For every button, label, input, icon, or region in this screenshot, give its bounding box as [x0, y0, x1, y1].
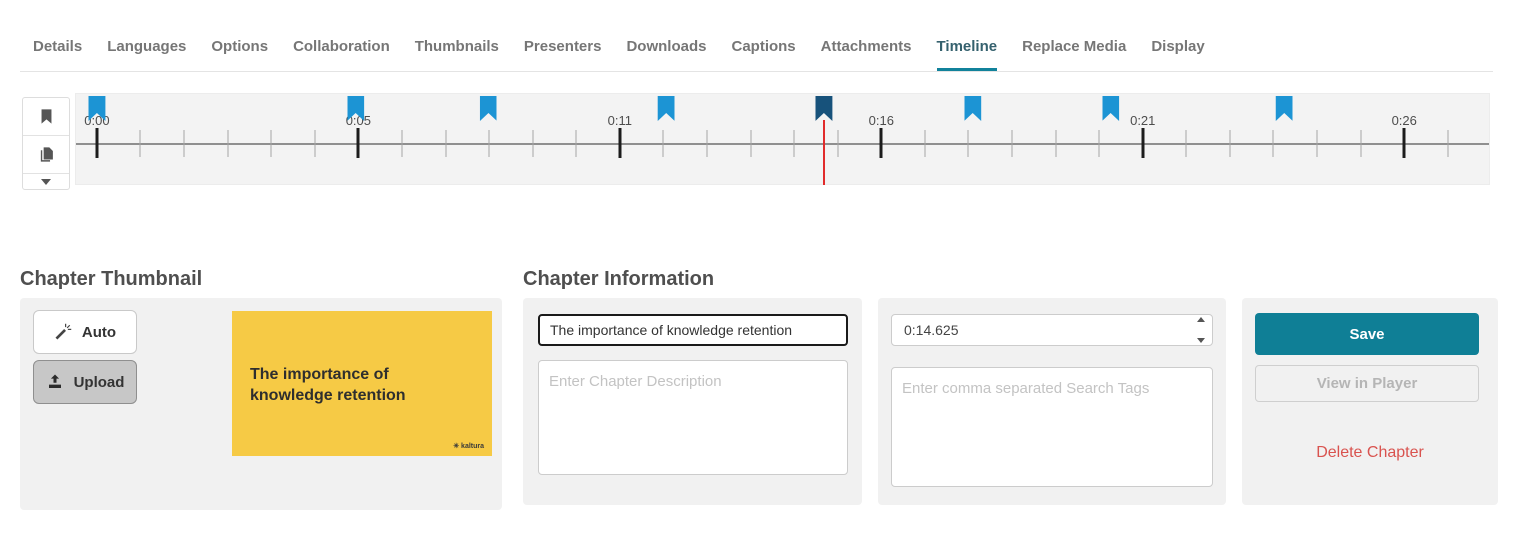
tab-thumbnails[interactable]: Thumbnails	[415, 37, 499, 72]
chapter-title-input[interactable]	[538, 314, 848, 346]
spinner-up-icon[interactable]	[1197, 317, 1205, 322]
chapter-marker-selected[interactable]	[815, 96, 833, 121]
chapter-marker[interactable]	[479, 96, 497, 121]
upload-icon	[46, 373, 64, 391]
chapter-marker[interactable]	[347, 96, 365, 121]
tab-bar: Details Languages Options Collaboration Thum…	[33, 37, 1205, 72]
chapter-actions-panel: Save View in Player Delete Chapter	[1242, 298, 1498, 505]
chapter-marker[interactable]	[88, 96, 106, 121]
kaltura-logo: ✳ kaltura	[453, 443, 484, 450]
upload-thumbnail-button[interactable]: Upload	[33, 360, 137, 404]
bookmark-icon	[38, 108, 55, 125]
chapter-thumbnail-heading: Chapter Thumbnail	[20, 268, 203, 290]
tab-presenters[interactable]: Presenters	[524, 37, 602, 72]
timeline-toolbar	[22, 97, 70, 190]
chapter-time-panel	[878, 298, 1226, 505]
view-in-player-button[interactable]: View in Player	[1255, 365, 1479, 402]
upload-button-label: Upload	[73, 373, 125, 391]
thumbnail-slide-text: The importance of knowledge retention	[250, 366, 406, 404]
tab-details[interactable]: Details	[33, 37, 82, 72]
auto-thumbnail-button[interactable]: Auto	[33, 310, 137, 354]
tab-captions[interactable]: Captions	[731, 37, 795, 72]
time-spinner[interactable]	[1194, 315, 1208, 345]
timeline-markers	[76, 94, 1489, 184]
magic-wand-icon	[54, 323, 72, 341]
auto-button-label: Auto	[81, 323, 117, 341]
add-chapter-button[interactable]	[23, 98, 69, 136]
chapter-time-field	[891, 314, 1213, 346]
tab-downloads[interactable]: Downloads	[626, 37, 706, 72]
tab-timeline[interactable]: Timeline	[936, 37, 998, 72]
chapter-information-heading: Chapter Information	[523, 268, 715, 290]
add-slide-button[interactable]	[23, 136, 69, 174]
tab-bar-divider	[20, 71, 1493, 72]
timeline-strip[interactable]: 0:00 0:05 0:11 0:16 0:21 0:26	[75, 93, 1490, 185]
tab-collaboration[interactable]: Collaboration	[293, 37, 390, 72]
chapter-time-input[interactable]	[891, 314, 1213, 346]
caret-down-icon	[41, 178, 51, 185]
tab-languages[interactable]: Languages	[107, 37, 186, 72]
tab-attachments[interactable]: Attachments	[821, 37, 912, 72]
tab-display[interactable]: Display	[1151, 37, 1204, 72]
tab-options[interactable]: Options	[211, 37, 268, 72]
chapter-thumbnail-panel: Auto Upload The importance of knowledge …	[20, 298, 502, 510]
chapter-marker[interactable]	[1275, 96, 1293, 121]
chapter-editor-page: Details Languages Options Collaboration Thum…	[0, 0, 1513, 560]
chapter-marker[interactable]	[657, 96, 675, 121]
chapter-marker[interactable]	[1102, 96, 1120, 121]
spinner-down-icon[interactable]	[1197, 338, 1205, 343]
chapter-title-panel	[523, 298, 862, 505]
timeline-toolbar-expander[interactable]	[23, 174, 69, 189]
search-tags-textarea[interactable]	[891, 367, 1213, 487]
chapter-marker[interactable]	[964, 96, 982, 121]
tab-replace-media[interactable]: Replace Media	[1022, 37, 1126, 72]
save-button[interactable]: Save	[1255, 313, 1479, 355]
playhead[interactable]	[822, 120, 825, 185]
chapter-thumbnail-preview: The importance of knowledge retention ✳ …	[232, 311, 492, 456]
chapter-description-textarea[interactable]	[538, 360, 848, 475]
slides-icon	[38, 146, 55, 163]
delete-chapter-link[interactable]: Delete Chapter	[1242, 444, 1498, 462]
